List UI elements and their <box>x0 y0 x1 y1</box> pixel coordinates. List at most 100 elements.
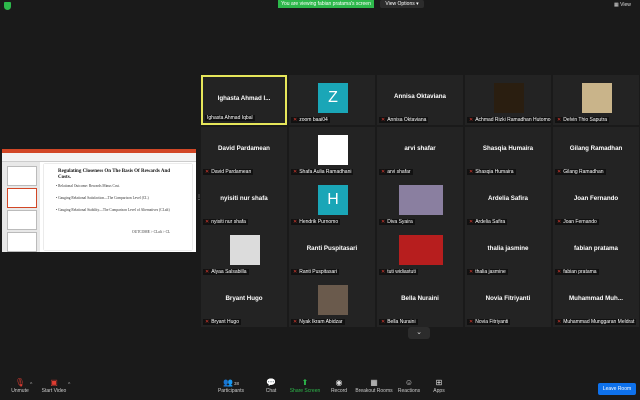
muted-mic-icon: ✕ <box>293 269 298 275</box>
participant-tile[interactable]: ✕ tuti widiastuti <box>377 227 463 277</box>
participant-tile[interactable]: Ranti Puspitasari ✕ Ranti Puspitasari <box>289 227 375 277</box>
participant-label-text: Ardelia Safira <box>475 219 506 225</box>
participant-label-text: Ighasta Ahmad Iqbal <box>207 115 253 121</box>
slide-bullet: • Gauging Relational Satisfaction—The Co… <box>56 196 149 200</box>
participant-tile[interactable]: ✕ Nyak Ikram Abidzar <box>289 277 375 327</box>
participant-name: David Pardamean <box>218 145 270 152</box>
participant-label: ✕ Achmad Rizki Ramadhan Hutomo <box>467 117 551 123</box>
muted-mic-icon: ✕ <box>205 319 210 325</box>
avatar: H <box>318 185 348 215</box>
participant-tile[interactable]: Joan Fernando ✕ Joan Fernando <box>553 177 639 227</box>
participant-tile[interactable]: arvi shafar ✕ arvi shafar <box>377 127 463 177</box>
avatar <box>582 83 612 113</box>
participant-label-text: zoom baai04 <box>299 117 328 123</box>
participant-label-text: Annisa Oktaviana <box>387 117 427 123</box>
participant-label: ✕ Ardelia Safira <box>467 219 508 225</box>
slide-title: Regulating Closeness On The Basis Of Rew… <box>58 169 171 180</box>
participant-tile[interactable]: Annisa Oktaviana ✕ Annisa Oktaviana <box>377 75 463 125</box>
muted-mic-icon: ✕ <box>205 169 210 175</box>
record-label: Record <box>330 388 348 394</box>
participant-tile[interactable]: ✕ Delvin Thio Saputra <box>553 75 639 125</box>
participant-name: Muhammad Muh... <box>569 295 623 302</box>
muted-mic-icon: ✕ <box>557 319 562 325</box>
participant-tile[interactable]: Muhammad Muh... ✕ Muhammad Munggaran Meld… <box>553 277 639 327</box>
participant-tile[interactable]: ✕ Shafa Aulia Ramadhani <box>289 127 375 177</box>
view-options-button[interactable]: View Options ▾ <box>380 0 424 8</box>
leave-room-button[interactable]: Leave Room <box>598 383 636 395</box>
view-button[interactable]: ▦ View <box>614 2 631 8</box>
participant-label: ✕ tuti widiastuti <box>379 269 418 275</box>
participant-label: ✕ Shasqia Humaira <box>467 169 516 175</box>
participants-label: Participants <box>217 388 245 394</box>
participant-label: ✕ David Pardamean <box>203 169 254 175</box>
participant-label-text: Bryant Hugo <box>211 319 239 325</box>
muted-mic-icon: ✕ <box>469 117 474 123</box>
participant-label-text: Ranti Puspitasari <box>299 269 337 275</box>
breakout-rooms-button[interactable]: ▦ Breakout Rooms <box>354 378 394 395</box>
participant-tile[interactable]: Bryant Hugo ✕ Bryant Hugo <box>201 277 287 327</box>
muted-mic-icon: ✕ <box>469 269 474 275</box>
participant-tile[interactable]: Shasqia Humaira ✕ Shasqia Humaira <box>465 127 551 177</box>
participant-tile[interactable]: Novia Fitriyanti ✕ Novia Fitriyanti <box>465 277 551 327</box>
participant-label-text: thalia jasmine <box>475 269 506 275</box>
participants-button[interactable]: 👥38 Participants <box>211 378 251 395</box>
participant-label: ✕ fabian pratama <box>555 269 599 275</box>
muted-mic-icon: ✕ <box>381 169 386 175</box>
breakout-rooms-label: Breakout Rooms <box>355 388 393 394</box>
participant-label: ✕ Hendrik Purnomo <box>291 219 341 225</box>
participant-label-text: Hendrik Purnomo <box>299 219 339 225</box>
participant-tile[interactable]: Ighasta Ahmad I... Ighasta Ahmad Iqbal <box>201 75 287 125</box>
participant-tile[interactable]: Gilang Ramadhan ✕ Gilang Ramadhan <box>553 127 639 177</box>
meeting-toolbar: 🎙 Unmute ^ ▣ Start Video ^ 👥38 Participa… <box>0 376 640 400</box>
participant-tile[interactable]: David Pardamean ✕ David Pardamean <box>201 127 287 177</box>
muted-mic-icon: ✕ <box>557 117 562 123</box>
participant-label-text: tuti widiastuti <box>387 269 416 275</box>
avatar <box>494 83 524 113</box>
muted-mic-icon: ✕ <box>293 169 298 175</box>
participant-label: ✕ arvi shafar <box>379 169 413 175</box>
record-button[interactable]: ◉ Record <box>319 378 359 395</box>
participant-label: ✕ Bella Nuraini <box>379 319 418 325</box>
participant-label: Ighasta Ahmad Iqbal <box>205 115 255 121</box>
muted-mic-icon: ✕ <box>469 319 474 325</box>
participant-tile[interactable]: thalia jasmine ✕ thalia jasmine <box>465 227 551 277</box>
participant-name: Ighasta Ahmad I... <box>217 95 271 102</box>
participant-tile[interactable]: ✕ Alyaa Salsabilla <box>201 227 287 277</box>
shield-icon[interactable] <box>4 2 11 10</box>
participant-tile[interactable]: H ✕ Hendrik Purnomo <box>289 177 375 227</box>
slide-thumbnail-selected <box>7 188 37 208</box>
participant-name: Bella Nuraini <box>401 295 439 302</box>
muted-mic-icon: ✕ <box>557 169 562 175</box>
avatar <box>318 285 348 315</box>
participant-name: Annisa Oktaviana <box>394 93 446 100</box>
slide-outcome: OUTCOME > CLalt > CL <box>132 230 171 234</box>
shared-screen[interactable]: Regulating Closeness On The Basis Of Rew… <box>2 149 196 252</box>
participants-icon: 👥38 <box>223 378 239 387</box>
participant-tile[interactable]: ✕ Achmad Rizki Ramadhan Hutomo <box>465 75 551 125</box>
participant-name: Novia Fitriyanti <box>485 295 531 302</box>
powerpoint-ribbon <box>2 153 196 162</box>
muted-mic-icon: ✕ <box>557 219 562 225</box>
audio-options-caret[interactable]: ^ <box>30 382 32 388</box>
video-options-caret[interactable]: ^ <box>68 382 70 388</box>
participant-tile[interactable]: fabian pratama ✕ fabian pratama <box>553 227 639 277</box>
participant-tile[interactable]: Bella Nuraini ✕ Bella Nuraini <box>377 277 463 327</box>
scroll-down-button[interactable]: ⌄ <box>408 327 430 339</box>
panel-resize-handle[interactable]: ⋮ <box>196 195 202 208</box>
slide-canvas: Regulating Closeness On The Basis Of Rew… <box>44 164 192 250</box>
avatar <box>318 135 348 165</box>
muted-mic-icon: ✕ <box>293 319 298 325</box>
apps-icon: ⊞ <box>435 378 443 387</box>
participant-tile[interactable]: ✕ Diva Syaira <box>377 177 463 227</box>
muted-mic-icon: ✕ <box>205 269 210 275</box>
apps-button[interactable]: ⊞ Apps <box>419 378 459 395</box>
participant-tile[interactable]: nyisiti nur shafa ✕ nyisiti nur shafa <box>201 177 287 227</box>
participant-label-text: Alyaa Salsabilla <box>211 269 247 275</box>
participant-label: ✕ zoom baai04 <box>291 117 330 123</box>
participant-tile[interactable]: Ardelia Safira ✕ Ardelia Safira <box>465 177 551 227</box>
avatar: Z <box>318 83 348 113</box>
participant-label: ✕ Joan Fernando <box>555 219 599 225</box>
participant-label: ✕ Gilang Ramadhan <box>555 169 606 175</box>
participant-label-text: Muhammad Munggaran Meldrat <box>563 319 635 325</box>
participant-tile[interactable]: Z ✕ zoom baai04 <box>289 75 375 125</box>
